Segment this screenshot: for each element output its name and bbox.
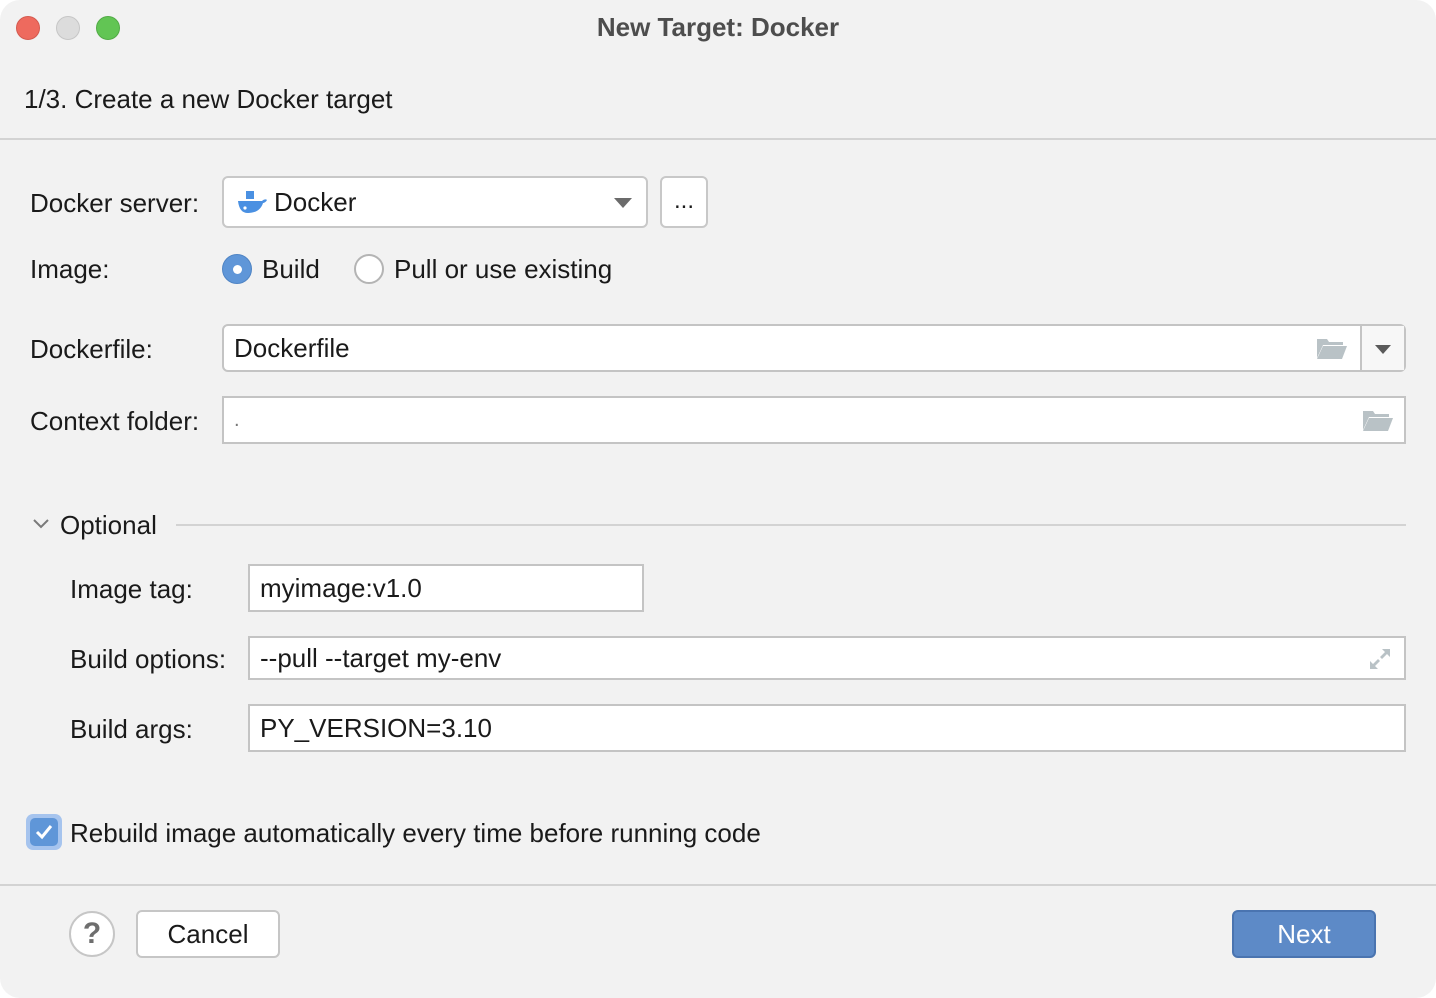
- build-args-input[interactable]: PY_VERSION=3.10: [248, 704, 1406, 752]
- chevron-down-icon: [1375, 345, 1391, 354]
- rebuild-checkbox[interactable]: [26, 814, 62, 850]
- docker-server-label: Docker server:: [30, 188, 200, 218]
- optional-section-title[interactable]: Optional: [60, 510, 157, 541]
- checkmark-icon: [35, 825, 53, 840]
- step-header: 1/3. Create a new Docker target: [24, 84, 393, 114]
- docker-whale-icon: [236, 189, 268, 215]
- footer-divider: [0, 884, 1436, 886]
- cancel-button[interactable]: Cancel: [136, 910, 280, 958]
- build-radio[interactable]: [222, 254, 252, 284]
- dockerfile-label: Dockerfile:: [30, 334, 153, 364]
- image-tag-label: Image tag:: [70, 574, 193, 604]
- build-options-label: Build options:: [70, 644, 227, 674]
- context-folder-label: Context folder:: [30, 406, 200, 436]
- dialog-window: New Target: Docker 1/3. Create a new Doc…: [0, 0, 1436, 998]
- image-tag-input[interactable]: myimage:v1.0: [248, 564, 644, 612]
- context-folder-input[interactable]: .: [222, 396, 1406, 444]
- dockerfile-input[interactable]: Dockerfile: [222, 324, 1406, 372]
- dockerfile-value: Dockerfile: [234, 332, 350, 363]
- build-args-label: Build args:: [70, 714, 193, 744]
- title-bar: New Target: Docker: [0, 0, 1436, 56]
- header-divider: [0, 138, 1436, 140]
- image-label: Image:: [30, 254, 110, 284]
- docker-server-more-button[interactable]: ...: [660, 176, 708, 228]
- docker-server-select[interactable]: Docker: [222, 176, 648, 228]
- context-folder-value: .: [234, 408, 240, 431]
- checkbox-fill: [30, 818, 58, 846]
- optional-divider: [176, 524, 1406, 526]
- build-options-value: --pull --target my-env: [260, 642, 502, 673]
- window-title: New Target: Docker: [596, 12, 840, 42]
- chevron-down-icon[interactable]: [32, 514, 50, 537]
- build-args-value: PY_VERSION=3.10: [260, 712, 492, 743]
- rebuild-checkbox-label[interactable]: Rebuild image automatically every time b…: [70, 818, 761, 849]
- image-tag-value: myimage:v1.0: [260, 572, 422, 603]
- chevron-down-icon: [614, 198, 632, 208]
- dockerfile-dropdown-button[interactable]: [1360, 326, 1404, 370]
- build-radio-label[interactable]: Build: [262, 254, 320, 285]
- folder-icon[interactable]: [1362, 408, 1394, 432]
- next-button[interactable]: Next: [1232, 910, 1376, 958]
- help-button[interactable]: ?: [69, 911, 115, 957]
- build-options-input[interactable]: --pull --target my-env: [248, 636, 1406, 680]
- docker-server-value: Docker: [274, 186, 357, 217]
- pull-radio-label[interactable]: Pull or use existing: [394, 254, 612, 285]
- pull-radio[interactable]: [354, 254, 384, 284]
- expand-icon[interactable]: [1366, 645, 1394, 673]
- folder-icon[interactable]: [1316, 336, 1348, 360]
